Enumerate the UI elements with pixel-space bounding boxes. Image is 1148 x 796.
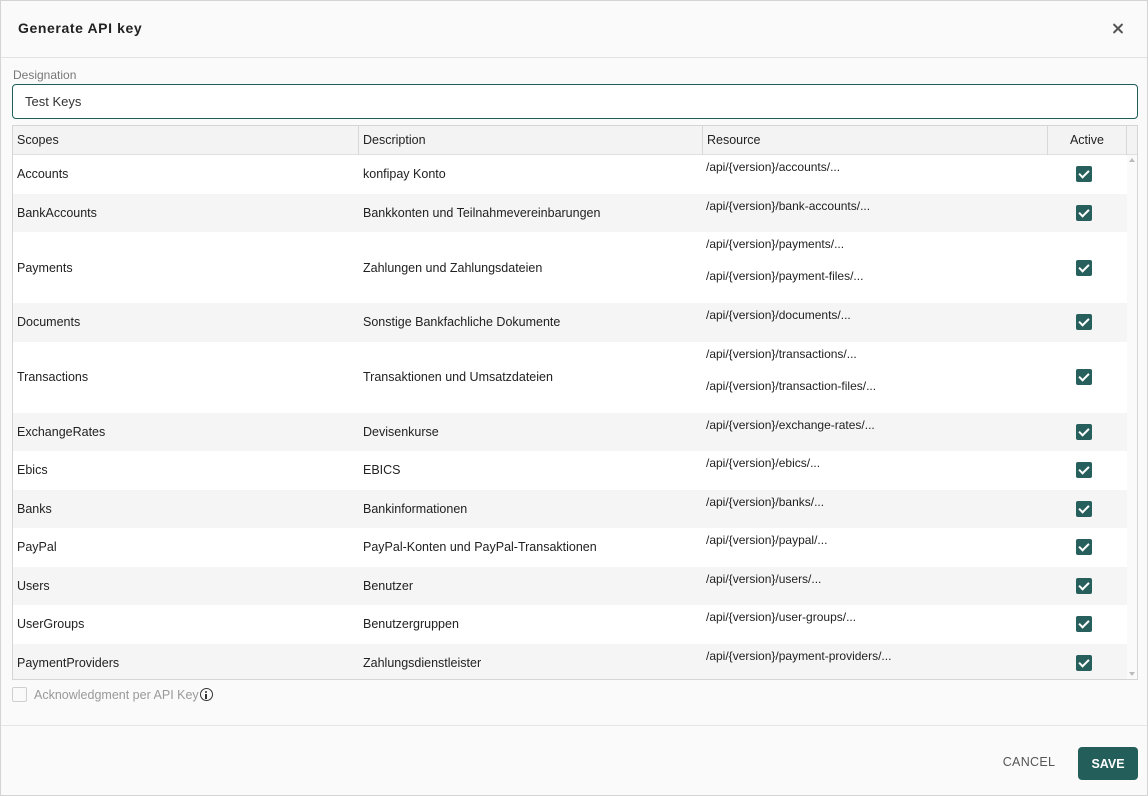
table-header: Scopes Description Resource Active [13, 126, 1137, 155]
resource-cell: /api/{version}/user-groups/... [706, 609, 856, 641]
resource-cell: /api/{version}/ebics/... [706, 455, 820, 487]
resource-cell: /api/{version}/users/... [706, 571, 821, 603]
scroll-down-icon[interactable] [1129, 672, 1135, 676]
resource-cell: /api/{version}/exchange-rates/... [706, 417, 875, 449]
active-checkbox[interactable] [1076, 314, 1092, 331]
resource-path: /api/{version}/ebics/... [706, 456, 821, 470]
resource-path: /api/{version}/transaction-files/... [706, 378, 877, 393]
save-button[interactable]: SAVE [1078, 747, 1138, 780]
cancel-button[interactable]: CANCEL [1001, 752, 1057, 772]
header-resource[interactable]: Resource [703, 126, 1048, 155]
resource-cell: /api/{version}/payment-providers/... [706, 648, 891, 680]
resource-cell: /api/{version}/banks/... [706, 494, 824, 526]
close-icon[interactable] [1107, 18, 1129, 40]
description-cell: Benutzergruppen [363, 617, 459, 632]
description-cell: Zahlungen und Zahlungsdateien [363, 260, 543, 275]
generate-api-key-dialog: Generate API key Designation Scopes Desc… [0, 0, 1148, 796]
scope-cell: ExchangeRates [17, 424, 106, 439]
scopes-table: Scopes Description Resource Active Accou… [12, 125, 1138, 680]
resource-path: /api/{version}/bank-accounts/... [706, 198, 871, 213]
active-checkbox[interactable] [1076, 369, 1092, 385]
dialog-title: Generate API key [18, 20, 143, 36]
resource-cell: /api/{version}/paypal/... [706, 532, 827, 564]
scope-cell: Accounts [17, 167, 69, 182]
resource-cell: /api/{version}/payments/... /api/{version… [706, 236, 863, 300]
active-checkbox[interactable] [1076, 462, 1092, 479]
description-cell: Zahlungsdienstleister [363, 655, 482, 670]
info-icon[interactable] [199, 688, 213, 701]
table-row: PayPal PayPal-Konten und PayPal-Transakti… [13, 528, 1127, 567]
active-checkbox[interactable] [1076, 500, 1092, 517]
description-cell: Transaktionen und Umsatzdateien [363, 370, 553, 384]
resource-path: /api/{version}/exchange-rates/... [706, 417, 875, 432]
active-checkbox[interactable] [1076, 616, 1092, 633]
description-cell: PayPal-Konten und PayPal-Transaktionen [363, 540, 597, 555]
table-row: BankAccounts Bankkonten und Teilnahmevere… [13, 193, 1127, 232]
scope-cell: Transactions [17, 370, 89, 384]
active-checkbox[interactable] [1076, 423, 1092, 440]
description-cell: konfipay Konto [363, 167, 446, 182]
scope-cell: Ebics [17, 463, 48, 478]
table-row: ExchangeRates Devisenkurse/api/{version}/… [13, 412, 1127, 451]
dialog-header: Generate API key [1, 1, 1147, 58]
resource-path: /api/{version}/banks/... [706, 494, 825, 509]
description-cell: Devisenkurse [363, 424, 439, 439]
table-row: Accounts konfipay Konto/api/{version}/acc… [13, 155, 1127, 194]
header-active[interactable]: Active [1048, 126, 1127, 155]
acknowledgment-checkbox[interactable] [12, 687, 27, 702]
resource-path: /api/{version}/transactions/... [706, 346, 857, 361]
scope-cell: BankAccounts [17, 205, 97, 220]
table-row: Ebics EBICS/api/{version}/ebics/... [13, 451, 1127, 490]
scroll-up-icon[interactable] [1129, 158, 1135, 162]
designation-input[interactable] [12, 84, 1138, 119]
active-checkbox[interactable] [1076, 166, 1092, 183]
scope-cell: Banks [17, 501, 52, 516]
description-cell: EBICS [363, 463, 401, 478]
description-cell: Benutzer [363, 578, 414, 593]
resource-path: /api/{version}/payment-providers/... [706, 648, 892, 663]
resource-path: /api/{version}/payments/... [706, 237, 845, 251]
resource-cell: /api/{version}/documents/... [706, 307, 851, 339]
table-row: Documents Sonstige Bankfachliche Dokument… [13, 303, 1127, 342]
designation-label: Designation [13, 68, 77, 82]
acknowledgment-label: Acknowledgment per API Key [34, 687, 199, 702]
description-cell: Bankkonten und Teilnahmevereinbarungen [363, 205, 601, 220]
table-row: Users Benutzer/api/{version}/users/... [13, 566, 1127, 605]
resource-path: /api/{version}/paypal/... [706, 533, 828, 547]
table-row: Transactions Transaktionen und Umsatzdate… [13, 342, 1127, 413]
active-checkbox[interactable] [1076, 539, 1092, 556]
resource-cell: /api/{version}/bank-accounts/... [706, 198, 870, 230]
resource-path: /api/{version}/user-groups/... [706, 610, 857, 624]
table-row: PaymentProviders Zahlungsdienstleister/ap… [13, 643, 1127, 680]
table-row: Payments Zahlungen und Zahlungsdateien/ap… [13, 232, 1127, 303]
active-checkbox[interactable] [1076, 259, 1092, 276]
scope-cell: Payments [17, 260, 73, 275]
resource-path: /api/{version}/documents/... [706, 308, 851, 322]
footer-divider [1, 725, 1147, 726]
description-cell: Sonstige Bankfachliche Dokumente [363, 315, 561, 330]
table-row: Banks Bankinformationen/api/{version}/ban… [13, 489, 1127, 528]
resource-cell: /api/{version}/accounts/... [706, 159, 840, 191]
active-checkbox[interactable] [1076, 577, 1092, 594]
header-description[interactable]: Description [359, 126, 703, 155]
table-row: UserGroups Benutzergruppen/api/{version}/… [13, 605, 1127, 644]
resource-path: /api/{version}/payment-files/... [706, 269, 864, 283]
scope-cell: UserGroups [17, 617, 85, 632]
description-cell: Bankinformationen [363, 501, 468, 516]
header-scopes[interactable]: Scopes [13, 126, 359, 155]
table-scrollbar[interactable] [1127, 155, 1137, 679]
scope-cell: PayPal [17, 540, 57, 555]
resource-path: /api/{version}/accounts/... [706, 160, 841, 174]
scope-cell: Documents [17, 315, 81, 330]
active-checkbox[interactable] [1076, 654, 1092, 671]
scope-cell: PaymentProviders [17, 655, 120, 670]
scope-cell: Users [17, 578, 50, 593]
active-checkbox[interactable] [1076, 204, 1092, 221]
resource-path: /api/{version}/users/... [706, 571, 822, 586]
table-body: Accounts konfipay Konto/api/{version}/acc… [13, 155, 1127, 680]
acknowledgment-option: Acknowledgment per API Key [12, 687, 213, 702]
resource-cell: /api/{version}/transactions/... /api/{ver… [706, 346, 876, 410]
